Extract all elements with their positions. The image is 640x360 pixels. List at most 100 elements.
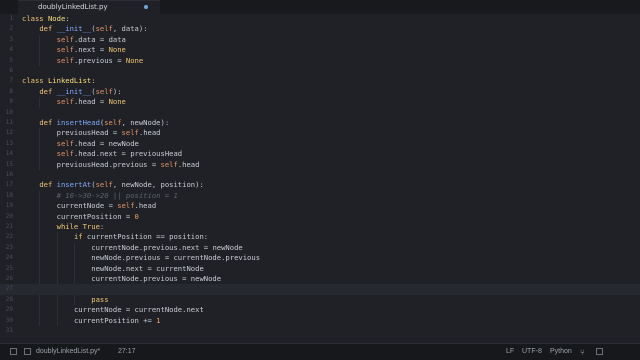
tab-doubly-linked-list[interactable]: doublyLinkedList.py	[18, 0, 160, 14]
line-number: 15	[5, 160, 13, 168]
code-text: self.data = data	[56, 34, 126, 44]
code-line[interactable]: 29 currentNode = currentNode.next	[0, 305, 640, 316]
file-icon	[24, 348, 31, 355]
code-text: def insertAt(self, newNode, position):	[39, 180, 204, 190]
code-text: self.head = None	[56, 97, 126, 107]
code-line[interactable]: 30 currentPosition += 1	[0, 315, 640, 326]
line-number: 1	[9, 15, 13, 22]
line-number: 22	[5, 233, 13, 241]
code-line[interactable]: 20 currentPosition = 0	[0, 211, 640, 222]
line-number: 19	[5, 202, 13, 210]
code-text: self.head.next = previousHead	[56, 149, 183, 159]
code-line[interactable]: 11 def insertHead(self, newNode):	[0, 118, 640, 128]
code-line[interactable]: 6	[0, 66, 640, 76]
code-line[interactable]: 15 previousHead.previous = self.head	[0, 159, 640, 170]
line-number: 28	[5, 295, 13, 303]
line-number: 17	[5, 181, 13, 189]
code-line[interactable]: 8 def __init__(self):	[0, 87, 640, 97]
code-line[interactable]: 5 self.previous = None	[0, 55, 640, 66]
code-line[interactable]: 1 class Node:	[0, 14, 640, 24]
code-text: if currentPosition == position:	[73, 232, 209, 242]
code-line[interactable]: 21 while True:	[0, 222, 640, 233]
code-line[interactable]: 22 if currentPosition == position:	[0, 232, 640, 243]
line-number: 30	[5, 316, 13, 324]
code-text: currentNode = currentNode.next	[73, 305, 204, 315]
code-line[interactable]: 12 previousHead = self.head	[0, 128, 640, 139]
status-file-name[interactable]: doublyLinkedList.py*	[36, 348, 100, 355]
code-text: while True:	[56, 222, 105, 231]
code-line[interactable]: 28 pass	[0, 294, 640, 306]
code-text: previousHead = self.head	[56, 128, 161, 138]
code-line[interactable]: 25 newNode.next = currentNode	[0, 263, 640, 274]
code-text: def __init__(self):	[39, 86, 122, 96]
tab-title: doublyLinkedList.py	[38, 3, 108, 11]
line-number: 14	[5, 150, 13, 158]
code-text: self.previous = None	[56, 55, 144, 65]
line-number: 12	[5, 129, 13, 137]
status-line-ending[interactable]: LF	[506, 348, 514, 355]
code-line[interactable]: 14 self.head.next = previousHead	[0, 149, 640, 160]
line-number: 4	[9, 46, 13, 54]
github-icon[interactable]	[596, 348, 603, 355]
code-line[interactable]: 19 currentNode = self.head	[0, 201, 640, 212]
code-line[interactable]: 31	[0, 326, 640, 336]
status-cursor-position[interactable]: 27:17	[118, 348, 136, 355]
code-text: currentPosition += 1	[73, 315, 161, 325]
code-text: self.next = None	[56, 45, 126, 55]
line-number: 9	[9, 98, 13, 106]
code-text: class LinkedList:	[22, 76, 96, 86]
code-line[interactable]: 16	[0, 170, 640, 180]
line-number: 25	[5, 264, 13, 272]
code-text: def insertHead(self, newNode):	[39, 118, 170, 127]
line-number: 27	[5, 285, 13, 293]
code-line[interactable]: 24 newNode.previous = currentNode.previo…	[0, 253, 640, 264]
code-line[interactable]: 26 currentNode.previous = newNode	[0, 274, 640, 285]
code-line[interactable]: 23 currentNode.previous.next = newNode	[0, 242, 640, 254]
line-number: 16	[5, 171, 13, 178]
code-text: # 10->30->20 || position = 1	[56, 190, 178, 200]
line-number: 6	[9, 67, 13, 74]
code-text: currentNode.previous.next = newNode	[91, 242, 243, 252]
code-text: currentNode = self.head	[56, 201, 157, 211]
line-number: 21	[5, 223, 13, 230]
code-text: self.head = newNode	[56, 138, 139, 148]
code-text: newNode.next = currentNode	[91, 263, 204, 273]
code-line[interactable]: 4 self.next = None	[0, 45, 640, 56]
code-text: class Node:	[22, 14, 70, 23]
code-line[interactable]: 7 class LinkedList:	[0, 76, 640, 86]
code-text: pass	[91, 294, 109, 304]
line-number: 20	[5, 212, 13, 220]
line-number: 13	[5, 139, 13, 147]
code-line[interactable]: 18 # 10->30->20 || position = 1	[0, 190, 640, 202]
code-text: newNode.previous = currentNode.previous	[91, 253, 261, 263]
line-number: 26	[5, 275, 13, 282]
code-line[interactable]: 3 self.data = data	[0, 34, 640, 46]
line-number: 2	[9, 25, 13, 33]
status-grammar[interactable]: Python	[550, 348, 572, 355]
status-encoding[interactable]: UTF-8	[522, 348, 542, 355]
code-text: currentPosition = 0	[56, 211, 139, 221]
line-number: 10	[5, 108, 13, 116]
git-branch-icon[interactable]: ⑂	[580, 348, 585, 357]
code-editor[interactable]: 1 class Node: 2 def __init__(self, data): 3…	[0, 14, 640, 343]
line-number: 3	[9, 35, 13, 43]
tab-bar: doublyLinkedList.py	[0, 0, 640, 14]
panel-toggle-icon[interactable]	[10, 348, 17, 355]
code-line[interactable]: 17 def insertAt(self, newNode, position)…	[0, 180, 640, 190]
line-number: 8	[9, 87, 13, 95]
line-number: 7	[9, 77, 13, 85]
code-text: currentNode.previous = newNode	[91, 274, 222, 283]
line-number: 18	[5, 191, 13, 199]
status-bar: doublyLinkedList.py* 27:17 LF UTF-8 Pyth…	[0, 343, 640, 360]
code-line[interactable]: 10	[0, 108, 640, 118]
code-line[interactable]: 2 def __init__(self, data):	[0, 24, 640, 34]
code-line[interactable]: 27	[0, 284, 640, 295]
modified-indicator-icon	[144, 5, 148, 9]
line-number: 23	[5, 243, 13, 251]
code-text: previousHead.previous = self.head	[56, 159, 200, 169]
line-number: 31	[5, 327, 13, 334]
line-number: 5	[9, 56, 13, 64]
code-line[interactable]: 9 self.head = None	[0, 97, 640, 108]
code-line[interactable]: 13 self.head = newNode	[0, 138, 640, 150]
line-number: 11	[5, 119, 13, 126]
